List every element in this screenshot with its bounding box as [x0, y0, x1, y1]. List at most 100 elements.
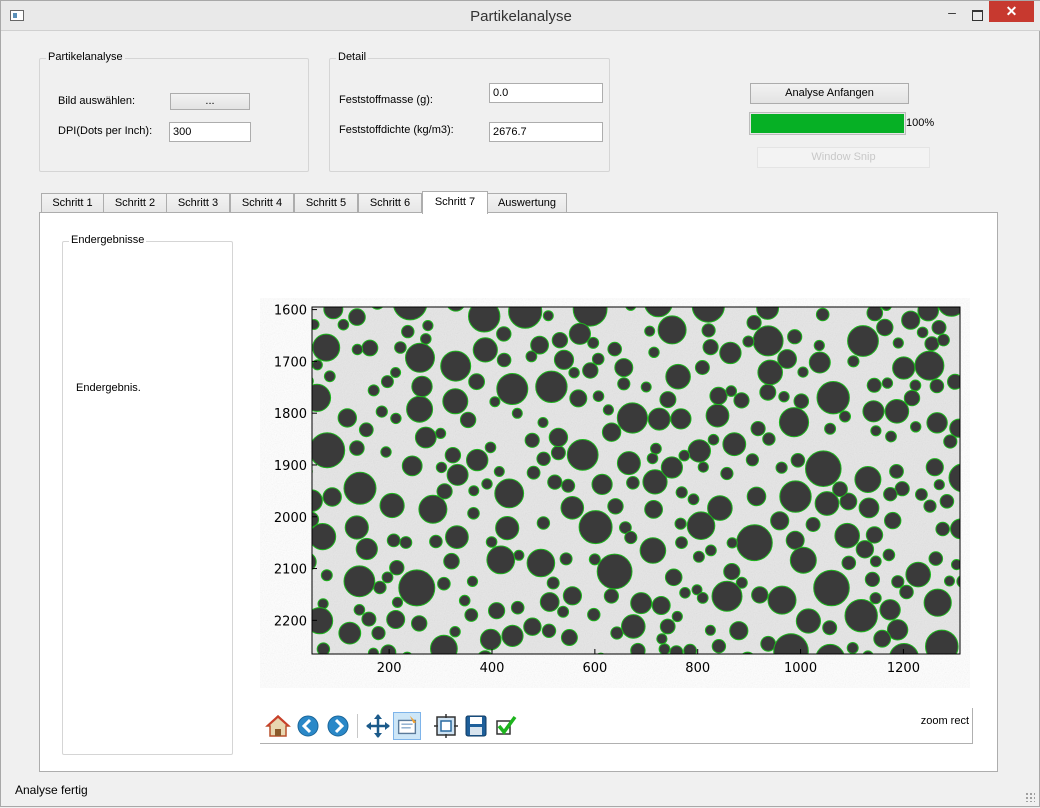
particle: [445, 525, 469, 550]
particle: [472, 337, 498, 363]
particle: [923, 588, 952, 617]
particle: [683, 643, 697, 654]
particle: [813, 339, 825, 352]
y-tick-label: 1700: [274, 355, 307, 370]
particle: [479, 628, 502, 651]
browse-button[interactable]: ...: [170, 93, 250, 110]
tab-schritt-7[interactable]: Schritt 7: [422, 191, 488, 214]
particle: [568, 322, 591, 345]
progress-percent: 100%: [906, 117, 935, 129]
tab-schritt-4[interactable]: Schritt 4: [230, 193, 294, 213]
pan-icon[interactable]: [364, 712, 392, 740]
zoom-rect-button[interactable]: [393, 712, 421, 740]
particle: [881, 307, 892, 311]
subplots-icon[interactable]: [432, 712, 460, 740]
particle: [892, 337, 904, 349]
tab-schritt-2[interactable]: Schritt 2: [103, 193, 167, 213]
particle-plot[interactable]: 200 400 600 800 1000 1200 1600 1700 1800 1900 200…: [260, 298, 970, 688]
tab-auswertung[interactable]: Auswertung: [487, 193, 567, 213]
particle: [430, 634, 458, 654]
particle: [495, 516, 520, 541]
particle: [607, 498, 624, 515]
particle: [701, 323, 716, 338]
particle: [742, 335, 755, 348]
home-icon[interactable]: [264, 712, 292, 740]
particle: [762, 432, 776, 446]
x-tick-label: 1200: [887, 661, 920, 676]
particle: [956, 575, 960, 588]
title-bar[interactable]: Partikelanalyse – ✕: [1, 1, 1040, 31]
particle: [536, 516, 551, 530]
particle: [312, 319, 320, 330]
particle: [910, 421, 922, 433]
particle: [572, 307, 608, 327]
particle: [745, 453, 759, 467]
particle: [931, 320, 947, 335]
feststoffmasse-input[interactable]: 0.0: [489, 83, 603, 103]
particle: [914, 350, 945, 381]
back-icon[interactable]: [294, 712, 322, 740]
save-icon[interactable]: [462, 712, 490, 740]
window-snip-button[interactable]: Window Snip: [757, 147, 930, 168]
tab-schritt-3[interactable]: Schritt 3: [166, 193, 230, 213]
particle: [719, 341, 742, 365]
particle: [444, 447, 462, 464]
particle: [707, 433, 720, 446]
particle: [546, 576, 560, 590]
particle: [394, 341, 407, 354]
maximize-button[interactable]: [965, 5, 989, 25]
particle: [650, 442, 662, 455]
minimize-button[interactable]: –: [939, 5, 965, 25]
plot-toolbar: zoom rect: [260, 708, 973, 744]
particle: [674, 517, 687, 530]
particle: [846, 642, 859, 654]
particle: [511, 407, 523, 419]
particle: [494, 478, 525, 509]
particle: [420, 333, 432, 345]
particle: [751, 586, 769, 604]
analyse-anfangen-button[interactable]: Analyse Anfangen: [750, 83, 909, 104]
particle: [702, 339, 719, 356]
particle: [873, 629, 892, 648]
tab-schritt-6[interactable]: Schritt 6: [358, 193, 422, 213]
particle: [725, 385, 738, 397]
dpi-input[interactable]: 300: [169, 122, 251, 142]
particle: [390, 412, 402, 425]
particle: [675, 536, 688, 550]
particle: [312, 383, 332, 412]
particle: [899, 584, 914, 600]
particle: [752, 325, 784, 357]
particle: [750, 421, 766, 437]
particle: [687, 439, 711, 463]
particle: [694, 360, 710, 375]
feststoffdichte-input[interactable]: 2676.7: [489, 122, 603, 142]
forward-icon[interactable]: [324, 712, 352, 740]
close-button[interactable]: ✕: [989, 1, 1034, 22]
tab-schritt-1[interactable]: Schritt 1: [41, 193, 104, 213]
particle: [348, 308, 366, 326]
main-window: Partikelanalyse – ✕ Partikelanalyse Bild…: [0, 0, 1040, 807]
x-tick-label: 800: [685, 661, 710, 676]
particle: [928, 551, 944, 566]
particle: [437, 576, 451, 591]
x-tick-label: 200: [377, 661, 402, 676]
particle: [624, 530, 638, 545]
particle: [607, 341, 623, 357]
particle: [865, 526, 884, 544]
particle: [560, 496, 585, 520]
particle: [367, 647, 379, 654]
particle: [323, 370, 336, 383]
particle: [779, 480, 812, 513]
resize-grip[interactable]: [1025, 792, 1035, 802]
check-icon[interactable]: [492, 712, 520, 740]
particle: [711, 580, 743, 612]
particle: [805, 450, 842, 487]
particle: [312, 523, 337, 551]
particle: [736, 524, 773, 562]
particle: [778, 407, 810, 438]
particle: [778, 391, 790, 403]
particle: [844, 599, 878, 633]
particle: [375, 405, 388, 418]
particle: [496, 326, 512, 342]
tab-schritt-5[interactable]: Schritt 5: [294, 193, 358, 213]
